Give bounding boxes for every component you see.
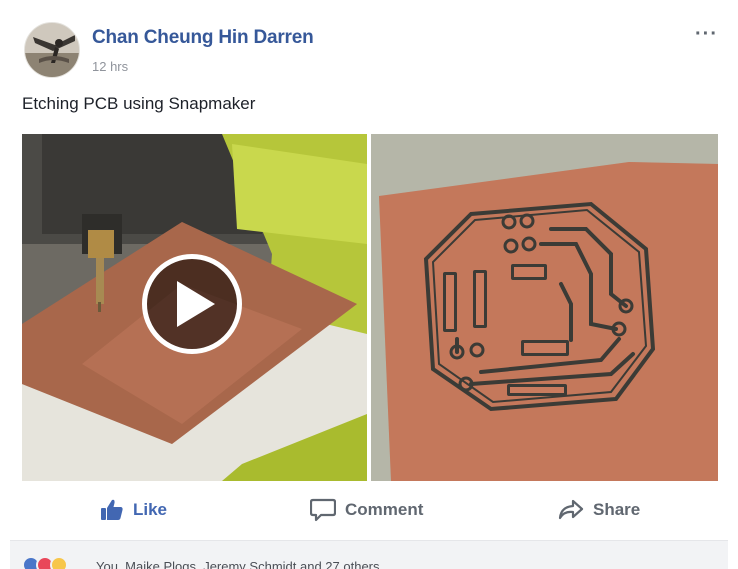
haha-reaction-icon bbox=[50, 556, 68, 569]
like-label: Like bbox=[133, 500, 168, 519]
video-thumbnail[interactable] bbox=[22, 134, 367, 481]
reaction-icons bbox=[22, 556, 68, 569]
comment-button[interactable]: Comment bbox=[310, 496, 423, 524]
photo-thumbnail[interactable] bbox=[371, 134, 718, 481]
share-label: Share bbox=[593, 500, 641, 519]
reactions-summary-text[interactable]: You, Maike Plogs, Jeremy Schmidt and 27 … bbox=[96, 559, 380, 569]
facebook-post: Chan Cheung Hin Darren 12 hrs ··· Etchin… bbox=[0, 0, 738, 569]
post-timestamp[interactable]: 12 hrs bbox=[92, 59, 128, 74]
post-media bbox=[22, 134, 718, 481]
post-text: Etching PCB using Snapmaker bbox=[22, 94, 256, 113]
reactions-summary[interactable]: You, Maike Plogs, Jeremy Schmidt and 27 … bbox=[10, 540, 728, 569]
more-options-icon[interactable]: ··· bbox=[695, 24, 718, 44]
share-button[interactable]: Share bbox=[558, 496, 640, 524]
author-avatar[interactable] bbox=[24, 22, 80, 78]
play-icon bbox=[177, 281, 215, 327]
pcb-photo-image bbox=[371, 134, 718, 481]
share-arrow-icon bbox=[558, 499, 584, 520]
avatar-image bbox=[25, 23, 79, 77]
play-video-button[interactable] bbox=[142, 254, 242, 354]
thumbs-up-icon bbox=[101, 499, 123, 520]
comment-label: Comment bbox=[345, 500, 424, 519]
comment-bubble-icon bbox=[310, 498, 336, 522]
like-button[interactable]: Like bbox=[100, 496, 167, 524]
post-action-bar: Like Comment Share bbox=[22, 490, 718, 530]
author-name-link[interactable]: Chan Cheung Hin Darren bbox=[92, 27, 314, 49]
